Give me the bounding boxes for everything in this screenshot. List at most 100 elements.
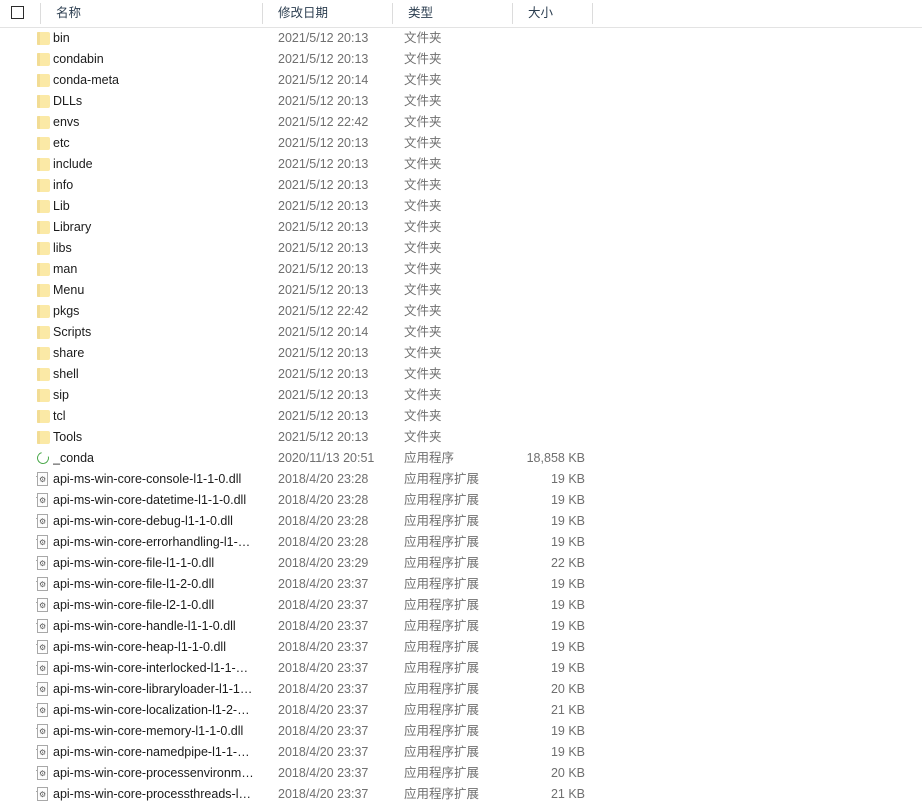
file-name-cell[interactable]: Tools bbox=[53, 427, 258, 448]
file-type-cell: 文件夹 bbox=[404, 136, 442, 150]
file-list-row[interactable]: share 2021/5/12 20:13 文件夹 bbox=[0, 343, 922, 364]
file-name-cell[interactable]: api-ms-win-core-interlocked-l1-1-… bbox=[53, 658, 258, 679]
file-size-cell bbox=[500, 196, 585, 217]
file-list-row[interactable]: ⚙ api-ms-win-core-handle-l1-1-0.dll 2018/4… bbox=[0, 616, 922, 637]
file-list-row[interactable]: DLLs 2021/5/12 20:13 文件夹 bbox=[0, 91, 922, 112]
file-list-row[interactable]: ⚙ api-ms-win-core-file-l1-2-0.dll 2018/4/2… bbox=[0, 574, 922, 595]
file-list-row[interactable]: ⚙ api-ms-win-core-file-l2-1-0.dll 2018/4/2… bbox=[0, 595, 922, 616]
file-list-row[interactable]: conda-meta 2021/5/12 20:14 文件夹 bbox=[0, 70, 922, 91]
folder-icon bbox=[36, 430, 51, 445]
file-name-cell[interactable]: Menu bbox=[53, 280, 258, 301]
date-modified-cell: 2021/5/12 20:13 bbox=[278, 241, 369, 255]
file-type-cell: 文件夹 bbox=[404, 262, 442, 276]
file-name-cell[interactable]: share bbox=[53, 343, 258, 364]
column-header-date-modified-label: 修改日期 bbox=[278, 6, 329, 20]
file-name-cell[interactable]: DLLs bbox=[53, 91, 258, 112]
file-list-row[interactable]: ⚙ api-ms-win-core-datetime-l1-1-0.dll 2018… bbox=[0, 490, 922, 511]
file-name-cell[interactable]: api-ms-win-core-heap-l1-1-0.dll bbox=[53, 637, 258, 658]
file-list-row[interactable]: Library 2021/5/12 20:13 文件夹 bbox=[0, 217, 922, 238]
file-type-cell: 应用程序扩展 bbox=[404, 556, 480, 570]
date-modified-cell: 2021/5/12 20:13 bbox=[278, 262, 369, 276]
file-size-cell: 19 KB bbox=[550, 514, 585, 528]
file-list-row[interactable]: ⚙ api-ms-win-core-interlocked-l1-1-… 2018/… bbox=[0, 658, 922, 679]
header-select-all-cell[interactable] bbox=[0, 0, 40, 27]
file-list-row[interactable]: Tools 2021/5/12 20:13 文件夹 bbox=[0, 427, 922, 448]
file-name-cell[interactable]: libs bbox=[53, 238, 258, 259]
file-list-row[interactable]: ⚙ api-ms-win-core-namedpipe-l1-1-… 2018/4/… bbox=[0, 742, 922, 763]
file-list-row[interactable]: bin 2021/5/12 20:13 文件夹 bbox=[0, 28, 922, 49]
file-list-row[interactable]: _conda 2020/11/13 20:51 应用程序 18,858 KB bbox=[0, 448, 922, 469]
file-list-row[interactable]: tcl 2021/5/12 20:13 文件夹 bbox=[0, 406, 922, 427]
file-name-cell[interactable]: Library bbox=[53, 217, 258, 238]
dll-icon: ⚙ bbox=[36, 619, 51, 634]
file-list-row[interactable]: Lib 2021/5/12 20:13 文件夹 bbox=[0, 196, 922, 217]
file-list-row[interactable]: envs 2021/5/12 22:42 文件夹 bbox=[0, 112, 922, 133]
file-name-cell[interactable]: pkgs bbox=[53, 301, 258, 322]
file-name-cell[interactable]: api-ms-win-core-localization-l1-2-… bbox=[53, 700, 258, 721]
file-list-row[interactable]: shell 2021/5/12 20:13 文件夹 bbox=[0, 364, 922, 385]
file-list-row[interactable]: etc 2021/5/12 20:13 文件夹 bbox=[0, 133, 922, 154]
file-name-cell[interactable]: condabin bbox=[53, 49, 258, 70]
file-list-row[interactable]: man 2021/5/12 20:13 文件夹 bbox=[0, 259, 922, 280]
file-type-cell: 文件夹 bbox=[404, 346, 442, 360]
file-list-row[interactable]: ⚙ api-ms-win-core-debug-l1-1-0.dll 2018/4/… bbox=[0, 511, 922, 532]
file-name-cell[interactable]: man bbox=[53, 259, 258, 280]
file-name-cell[interactable]: api-ms-win-core-debug-l1-1-0.dll bbox=[53, 511, 258, 532]
file-name-cell[interactable]: envs bbox=[53, 112, 258, 133]
file-list-row[interactable]: condabin 2021/5/12 20:13 文件夹 bbox=[0, 49, 922, 70]
select-all-checkbox[interactable] bbox=[11, 6, 24, 19]
column-header-name[interactable]: 名称 bbox=[40, 0, 262, 27]
file-list-row[interactable]: ⚙ api-ms-win-core-libraryloader-l1-1… 2018… bbox=[0, 679, 922, 700]
file-name-cell[interactable]: bin bbox=[53, 28, 258, 49]
file-list-row[interactable]: libs 2021/5/12 20:13 文件夹 bbox=[0, 238, 922, 259]
file-list-row[interactable]: ⚙ api-ms-win-core-heap-l1-1-0.dll 2018/4/2… bbox=[0, 637, 922, 658]
file-type-cell: 文件夹 bbox=[404, 157, 442, 171]
file-name-cell[interactable]: shell bbox=[53, 364, 258, 385]
file-name-cell[interactable]: api-ms-win-core-file-l1-1-0.dll bbox=[53, 553, 258, 574]
file-name-cell[interactable]: api-ms-win-core-console-l1-1-0.dll bbox=[53, 469, 258, 490]
file-name-cell[interactable]: api-ms-win-core-file-l1-2-0.dll bbox=[53, 574, 258, 595]
file-name-cell[interactable]: include bbox=[53, 154, 258, 175]
dll-icon: ⚙ bbox=[36, 724, 51, 739]
file-name-cell[interactable]: api-ms-win-core-handle-l1-1-0.dll bbox=[53, 616, 258, 637]
file-name-cell[interactable]: conda-meta bbox=[53, 70, 258, 91]
file-name-cell[interactable]: api-ms-win-core-file-l2-1-0.dll bbox=[53, 595, 258, 616]
file-list-row[interactable]: ⚙ api-ms-win-core-processthreads-l… 2018/4… bbox=[0, 784, 922, 805]
column-header-date-modified[interactable]: 修改日期 bbox=[262, 0, 392, 27]
file-list-row[interactable]: pkgs 2021/5/12 22:42 文件夹 bbox=[0, 301, 922, 322]
file-list-row[interactable]: ⚙ api-ms-win-core-localization-l1-2-… 2018… bbox=[0, 700, 922, 721]
file-name-cell[interactable]: api-ms-win-core-processthreads-l… bbox=[53, 784, 258, 805]
file-name-cell[interactable]: api-ms-win-core-memory-l1-1-0.dll bbox=[53, 721, 258, 742]
file-name-cell[interactable]: api-ms-win-core-datetime-l1-1-0.dll bbox=[53, 490, 258, 511]
file-list-row[interactable]: ⚙ api-ms-win-core-errorhandling-l1-… 2018/… bbox=[0, 532, 922, 553]
file-name-cell[interactable]: tcl bbox=[53, 406, 258, 427]
file-list-row[interactable]: Scripts 2021/5/12 20:14 文件夹 bbox=[0, 322, 922, 343]
file-list-row[interactable]: sip 2021/5/12 20:13 文件夹 bbox=[0, 385, 922, 406]
file-size-cell bbox=[500, 112, 585, 133]
file-name-cell[interactable]: info bbox=[53, 175, 258, 196]
column-header-type[interactable]: 类型 bbox=[392, 0, 512, 27]
file-name-cell[interactable]: api-ms-win-core-namedpipe-l1-1-… bbox=[53, 742, 258, 763]
file-list-row[interactable]: ⚙ api-ms-win-core-processenvironm… 2018/4/… bbox=[0, 763, 922, 784]
file-name-cell[interactable]: api-ms-win-core-errorhandling-l1-… bbox=[53, 532, 258, 553]
file-list-row[interactable]: ⚙ api-ms-win-core-memory-l1-1-0.dll 2018/4… bbox=[0, 721, 922, 742]
file-name-cell[interactable]: Scripts bbox=[53, 322, 258, 343]
file-list-row[interactable]: ⚙ api-ms-win-core-console-l1-1-0.dll 2018/… bbox=[0, 469, 922, 490]
dll-icon: ⚙ bbox=[36, 493, 51, 508]
file-size-cell: 22 KB bbox=[550, 556, 585, 570]
column-header-size[interactable]: 大小 bbox=[512, 0, 592, 27]
file-list-row[interactable]: ⚙ api-ms-win-core-file-l1-1-0.dll 2018/4/2… bbox=[0, 553, 922, 574]
date-modified-cell: 2021/5/12 20:13 bbox=[278, 31, 369, 45]
file-type-cell: 文件夹 bbox=[404, 367, 442, 381]
file-list-row[interactable]: info 2021/5/12 20:13 文件夹 bbox=[0, 175, 922, 196]
file-list-row[interactable]: include 2021/5/12 20:13 文件夹 bbox=[0, 154, 922, 175]
file-name-cell[interactable]: etc bbox=[53, 133, 258, 154]
file-list-row[interactable]: Menu 2021/5/12 20:13 文件夹 bbox=[0, 280, 922, 301]
file-name-cell[interactable]: api-ms-win-core-processenvironm… bbox=[53, 763, 258, 784]
file-name-cell[interactable]: Lib bbox=[53, 196, 258, 217]
file-name-cell[interactable]: _conda bbox=[53, 448, 258, 469]
file-name-cell[interactable]: api-ms-win-core-libraryloader-l1-1… bbox=[53, 679, 258, 700]
file-type-cell: 文件夹 bbox=[404, 325, 442, 339]
date-modified-cell: 2021/5/12 20:13 bbox=[278, 430, 369, 444]
file-name-cell[interactable]: sip bbox=[53, 385, 258, 406]
